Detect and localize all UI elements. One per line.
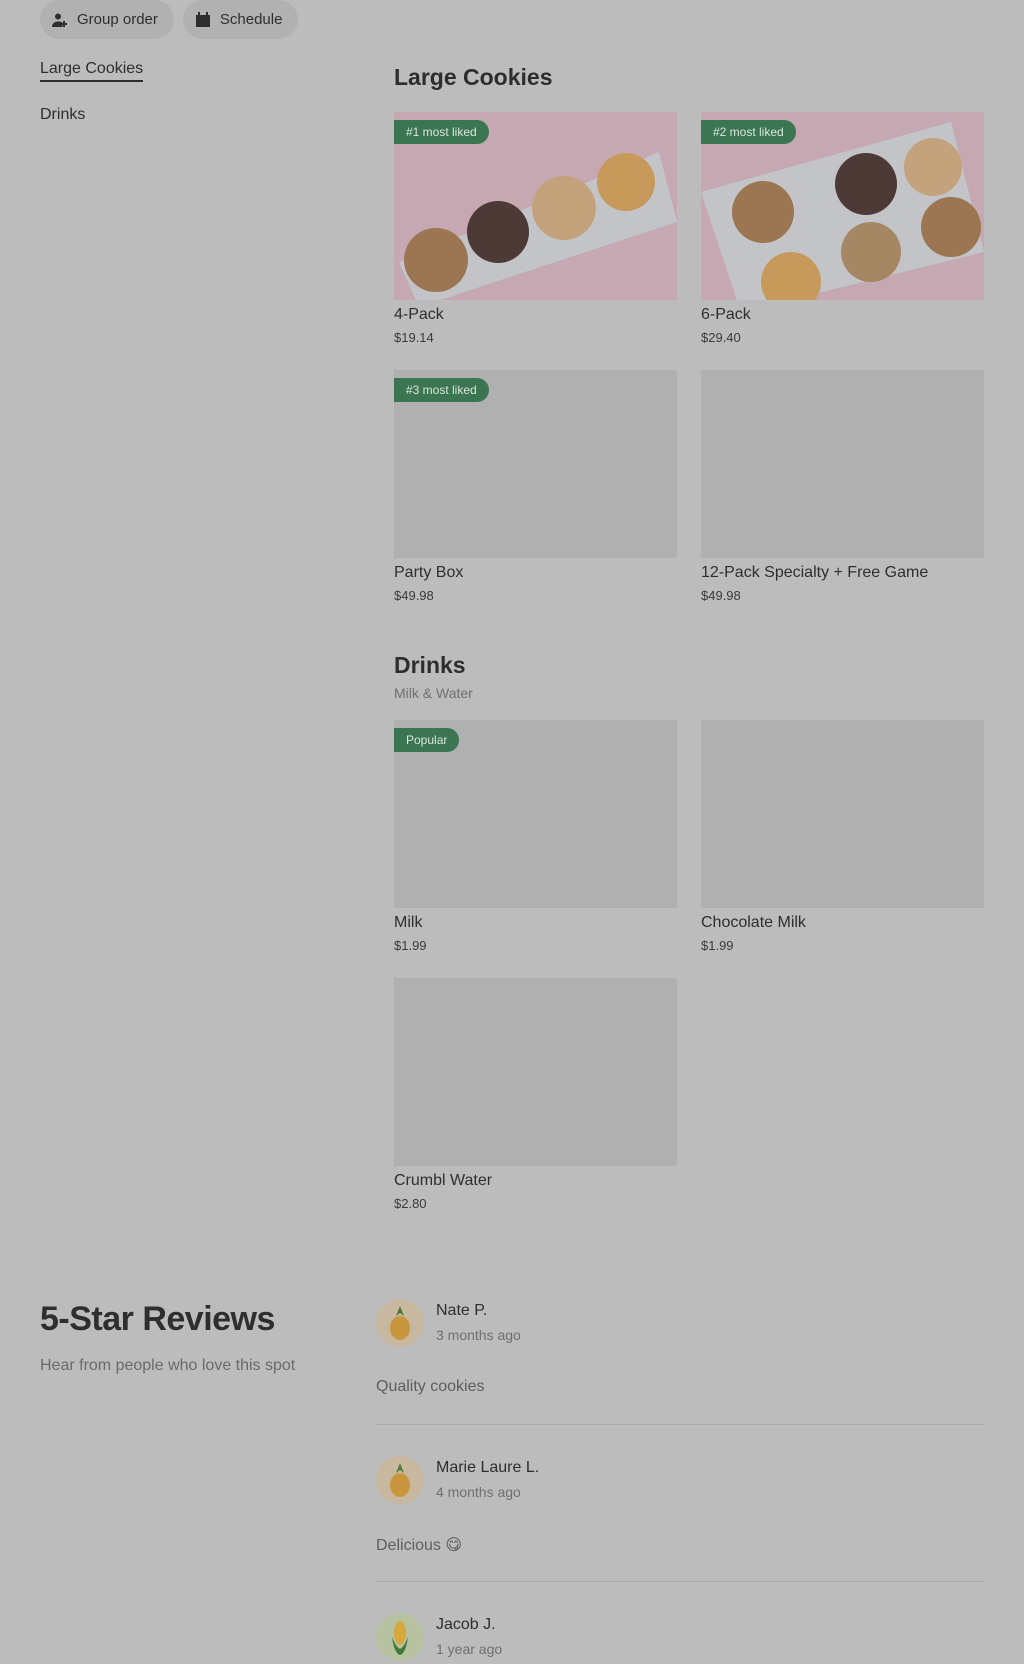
section-title-drinks: Drinks: [394, 652, 466, 678]
menu-item-card[interactable]: Chocolate Milk $1.99: [701, 720, 984, 953]
review-time: 1 year ago: [436, 1641, 503, 1657]
calendar-icon: [195, 11, 210, 27]
schedule-label: Schedule: [219, 11, 283, 28]
divider: [376, 1424, 984, 1425]
rank-badge: #2 most liked: [701, 120, 796, 144]
group-order-label: Group order: [77, 11, 158, 28]
product-image-placeholder: #3 most liked: [394, 370, 677, 558]
avatar: [376, 1613, 424, 1661]
reviewer-name: Nate P.: [436, 1302, 488, 1319]
section-subtitle-drinks: Milk & Water: [394, 685, 473, 701]
schedule-button[interactable]: Schedule: [182, 0, 299, 39]
item-name: 12-Pack Specialty + Free Game: [701, 564, 929, 581]
rank-badge: #3 most liked: [394, 378, 489, 402]
reviews-subtitle: Hear from people who love this spot: [40, 1357, 296, 1374]
item-price: $29.40: [701, 330, 741, 345]
item-price: $2.80: [394, 1196, 427, 1211]
category-nav: Large Cookies Drinks: [40, 60, 144, 124]
item-name: 4-Pack: [394, 306, 444, 323]
review-time: 4 months ago: [436, 1484, 521, 1500]
item-name: Milk: [394, 914, 423, 931]
item-price: $49.98: [394, 588, 434, 603]
avatar: [376, 1456, 424, 1504]
product-image-placeholder: [394, 978, 677, 1166]
product-image: #1 most liked: [394, 112, 677, 300]
reviews-title: 5-Star Reviews: [40, 1300, 275, 1338]
item-price: $1.99: [701, 938, 734, 953]
product-image: #2 most liked: [701, 112, 984, 300]
item-name: Party Box: [394, 564, 464, 581]
section-title-large-cookies: Large Cookies: [394, 64, 553, 90]
menu-item-card[interactable]: #3 most liked Party Box $49.98: [394, 370, 677, 603]
add-person-icon: [52, 13, 67, 27]
item-name: Crumbl Water: [394, 1172, 493, 1189]
top-actions: Group order Schedule: [40, 0, 299, 39]
corn-icon: [392, 1621, 408, 1655]
item-price: $49.98: [701, 588, 741, 603]
menu-item-card[interactable]: Popular Milk $1.99: [394, 720, 677, 953]
product-image-placeholder: [701, 370, 984, 558]
pineapple-icon: [390, 1463, 410, 1497]
nav-item-large-cookies[interactable]: Large Cookies: [40, 60, 144, 82]
review-text: Quality cookies: [376, 1378, 485, 1395]
menu-item-card[interactable]: #2 most liked 6-Pack $29.40: [701, 112, 984, 345]
product-image-placeholder: [701, 720, 984, 908]
popular-badge: Popular: [394, 728, 460, 752]
review-time: 3 months ago: [436, 1327, 521, 1343]
item-name: 6-Pack: [701, 306, 751, 323]
product-image-placeholder: Popular: [394, 720, 677, 908]
avatar: [376, 1299, 424, 1347]
menu-item-card[interactable]: 12-Pack Specialty + Free Game $49.98: [701, 370, 984, 603]
nav-item-drinks[interactable]: Drinks: [40, 106, 143, 124]
item-price: $19.14: [394, 330, 434, 345]
item-name: Chocolate Milk: [701, 914, 806, 931]
pineapple-icon: [390, 1306, 410, 1340]
item-price: $1.99: [394, 938, 427, 953]
reviewer-name: Marie Laure L.: [436, 1459, 540, 1476]
reviewer-name: Jacob J.: [436, 1616, 496, 1633]
group-order-button[interactable]: Group order: [40, 0, 174, 39]
menu-item-card[interactable]: Crumbl Water $2.80: [394, 978, 677, 1211]
divider: [376, 1581, 984, 1582]
rank-badge: #1 most liked: [394, 120, 489, 144]
menu-item-card[interactable]: #1 most liked 4-Pack $19.14: [394, 112, 677, 345]
review-text: Delicious 😋: [376, 1537, 463, 1554]
